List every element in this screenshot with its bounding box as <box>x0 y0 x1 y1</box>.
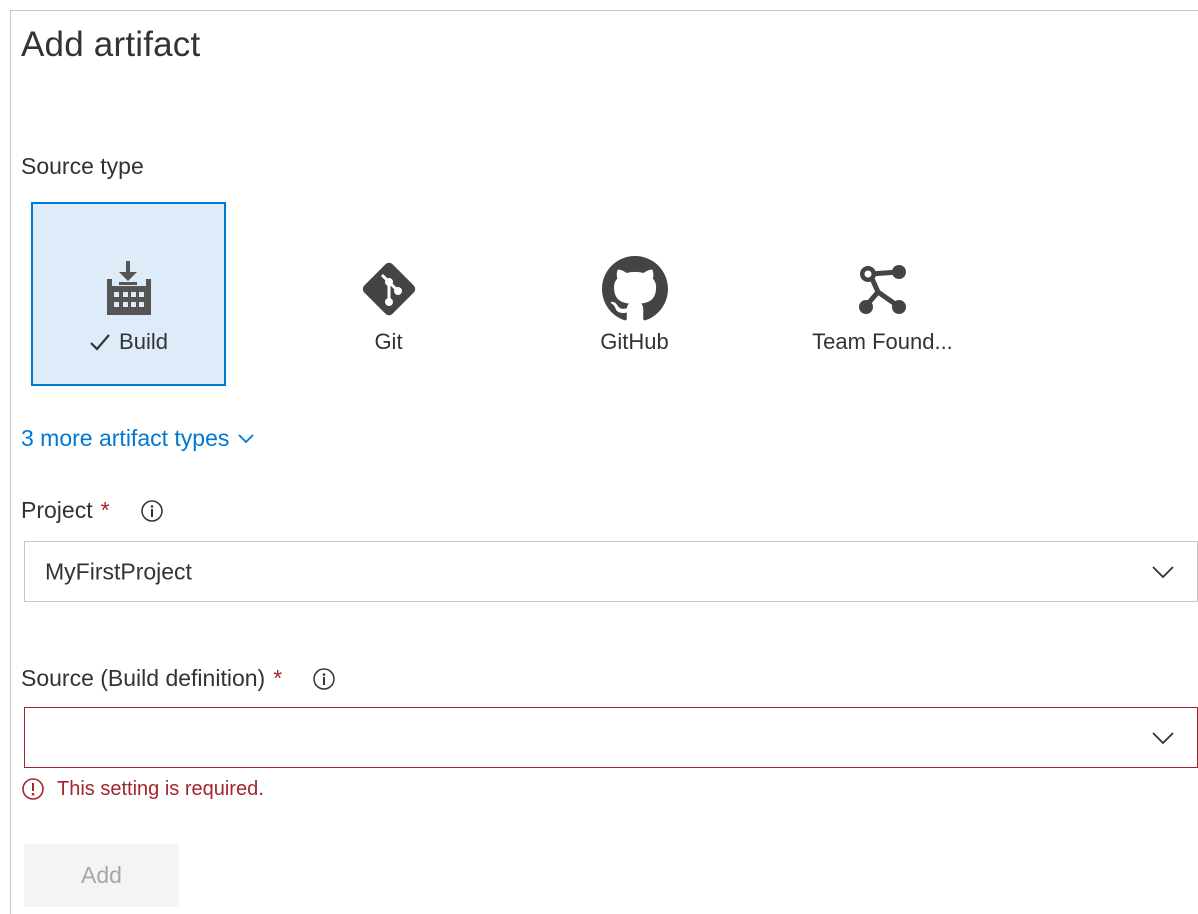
source-type-tile-build[interactable]: Build <box>31 202 226 386</box>
info-icon[interactable] <box>140 499 164 523</box>
tile-label-git: Git <box>374 329 403 354</box>
project-field-label: Project * <box>21 497 164 524</box>
source-type-tile-git[interactable]: Git <box>291 202 486 386</box>
source-dropdown[interactable] <box>24 707 1198 768</box>
project-dropdown[interactable]: MyFirstProject <box>24 541 1198 602</box>
more-artifact-types-link[interactable]: 3 more artifact types <box>21 425 255 452</box>
error-message: This setting is required. <box>57 777 264 800</box>
tile-label-github: GitHub <box>600 329 669 354</box>
dialog-title: Add artifact <box>21 25 201 64</box>
source-label-text: Source (Build definition) <box>21 665 266 691</box>
source-type-tile-tfvc[interactable]: Team Found... <box>785 202 980 386</box>
tfvc-icon <box>848 254 918 324</box>
tile-label-build: Build <box>33 329 224 357</box>
source-field-label: Source (Build definition) * <box>21 665 336 692</box>
source-type-tile-github[interactable]: GitHub <box>537 202 732 386</box>
chevron-down-icon <box>1151 731 1175 745</box>
info-icon[interactable] <box>312 667 336 691</box>
build-icon <box>94 254 164 324</box>
checkmark-icon <box>89 331 111 357</box>
chevron-down-icon <box>238 433 254 443</box>
source-type-label: Source type <box>21 153 144 179</box>
project-label-text: Project <box>21 497 93 523</box>
required-asterisk: * <box>273 665 283 691</box>
tile-label-tfvc: Team Found... <box>812 329 953 354</box>
add-button[interactable]: Add <box>24 844 179 907</box>
validation-error: This setting is required. <box>21 777 264 801</box>
chevron-down-icon <box>1151 565 1175 579</box>
error-icon <box>22 778 44 800</box>
git-icon <box>354 254 424 324</box>
more-artifact-types-label: 3 more artifact types <box>21 425 230 451</box>
project-dropdown-value: MyFirstProject <box>45 558 192 584</box>
source-type-tiles: Build Git GitHub Team Found... <box>31 202 1031 386</box>
add-artifact-panel: Add artifact Source type Build Git GitHu… <box>10 10 1198 914</box>
required-asterisk: * <box>100 497 110 523</box>
github-icon <box>600 254 670 324</box>
